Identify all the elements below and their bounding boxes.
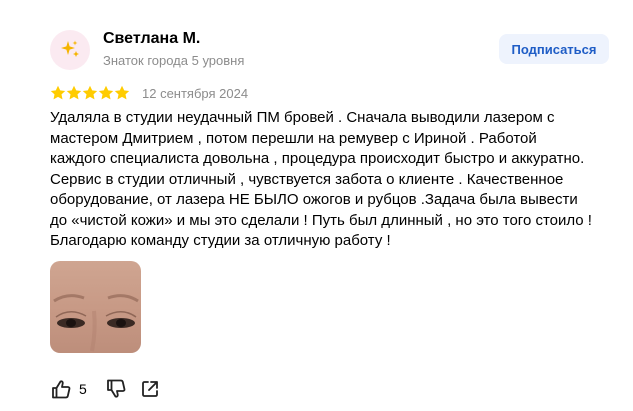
author-name[interactable]: Светлана М. bbox=[103, 30, 200, 48]
star-icon bbox=[66, 85, 82, 100]
sparkles-icon bbox=[61, 40, 79, 57]
star-icon bbox=[98, 85, 114, 100]
review-actions: 5 bbox=[50, 378, 160, 400]
like-button[interactable]: 5 bbox=[50, 378, 87, 400]
share-button[interactable] bbox=[140, 379, 160, 399]
star-icon bbox=[82, 85, 98, 100]
subscribe-button[interactable]: Подписаться bbox=[499, 34, 609, 64]
review-card: Светлана М. Знаток города 5 уровня Подпи… bbox=[0, 0, 633, 411]
avatar[interactable] bbox=[50, 30, 90, 70]
dislike-button[interactable] bbox=[105, 378, 127, 400]
star-icon bbox=[114, 85, 130, 100]
star-rating bbox=[50, 85, 130, 101]
share-icon bbox=[141, 381, 158, 397]
review-date: 12 сентября 2024 bbox=[142, 86, 249, 101]
eyebrows-photo bbox=[50, 261, 141, 353]
like-count: 5 bbox=[79, 381, 87, 397]
star-icon bbox=[50, 85, 66, 100]
review-photo[interactable] bbox=[50, 261, 141, 353]
thumbs-down-icon bbox=[106, 379, 126, 398]
review-text: Удаляла в студии неудачный ПМ бровей . С… bbox=[50, 109, 592, 249]
author-level: Знаток города 5 уровня bbox=[103, 53, 245, 68]
thumbs-up-icon bbox=[52, 380, 71, 399]
